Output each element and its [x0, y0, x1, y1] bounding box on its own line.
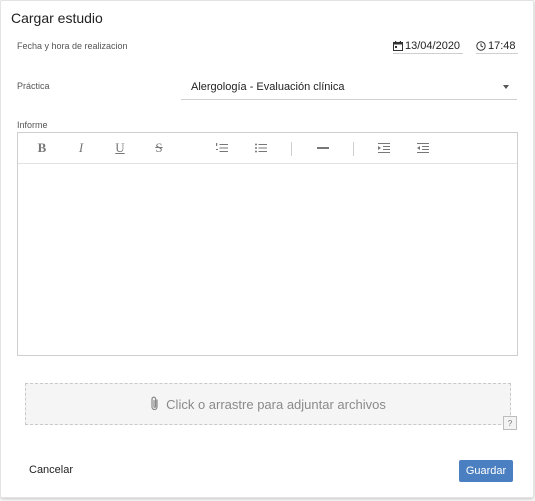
- time-value: 17:48: [488, 39, 516, 52]
- practica-label: Práctica: [17, 81, 50, 91]
- italic-button[interactable]: I: [72, 140, 90, 156]
- outdent-button[interactable]: [414, 140, 432, 156]
- date-value: 13/04/2020: [405, 39, 461, 52]
- clock-icon: [476, 40, 486, 51]
- strikethrough-button[interactable]: S: [150, 140, 168, 156]
- ordered-list-icon: [216, 143, 228, 152]
- informe-label: Informe: [17, 120, 48, 130]
- attachment-dropzone[interactable]: Click o arrastre para adjuntar archivos: [25, 383, 511, 425]
- paperclip-icon: [151, 396, 158, 411]
- calendar-icon: [393, 40, 403, 51]
- cancel-button[interactable]: Cancelar: [29, 464, 73, 476]
- indent-icon: [378, 143, 390, 153]
- dropdown-caret-icon: [503, 85, 509, 89]
- upload-study-dialog: Cargar estudio Fecha y hora de realizaci…: [0, 0, 534, 498]
- dropzone-text: Click o arrastre para adjuntar archivos: [166, 396, 386, 412]
- dialog-title: Cargar estudio: [11, 10, 103, 26]
- time-field[interactable]: 17:48: [476, 38, 518, 54]
- editor-text-area[interactable]: [18, 164, 517, 355]
- outdent-icon: [417, 143, 429, 153]
- horizontal-rule-icon: [317, 147, 329, 149]
- practica-selected-value: Alergología - Evaluación clínica: [191, 81, 345, 93]
- practica-select[interactable]: Alergología - Evaluación clínica: [181, 75, 517, 100]
- bullet-list-button[interactable]: [252, 140, 270, 156]
- report-editor: B I U S: [17, 132, 518, 356]
- horizontal-rule-button[interactable]: [314, 140, 332, 156]
- bullet-list-icon: [255, 143, 267, 153]
- ordered-list-button[interactable]: [213, 140, 231, 156]
- toolbar-divider: [291, 142, 292, 156]
- help-button[interactable]: ?: [503, 416, 517, 430]
- editor-toolbar: B I U S: [18, 133, 517, 164]
- indent-button[interactable]: [375, 140, 393, 156]
- bold-button[interactable]: B: [33, 140, 51, 156]
- toolbar-divider: [353, 142, 354, 156]
- save-button[interactable]: Guardar: [459, 460, 513, 482]
- date-field[interactable]: 13/04/2020: [393, 38, 463, 54]
- date-time-label: Fecha y hora de realizacion: [17, 41, 128, 51]
- underline-button[interactable]: U: [111, 140, 129, 156]
